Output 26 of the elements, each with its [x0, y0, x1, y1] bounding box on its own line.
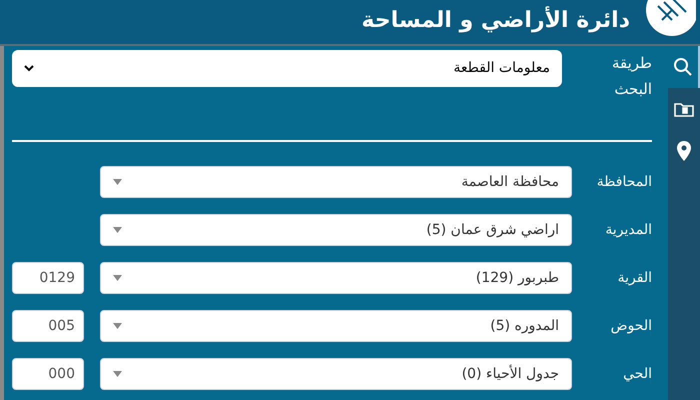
dropdown-arrow-icon [113, 179, 122, 185]
dropdown-select[interactable]: طبربور (129) [100, 262, 572, 294]
field-label: طريقة البحث [610, 53, 652, 100]
dropdown-select[interactable]: اراضي شرق عمان (5) [100, 214, 572, 246]
location-pin-icon [677, 141, 691, 161]
code-field[interactable]: 000 [12, 358, 84, 390]
folder-icon [674, 101, 694, 117]
header-title: دائرة الأراضي و المساحة [362, 6, 630, 35]
code-field[interactable]: 0129 [12, 262, 84, 294]
dropdown-select[interactable]: محافظة العاصمة [100, 166, 572, 198]
field-label: المحافظة [596, 172, 652, 192]
dropdown-arrow-icon [113, 275, 122, 281]
field-label: الحوض [610, 316, 652, 336]
field-label: الحي [622, 364, 652, 384]
dropdown-arrow-icon [113, 227, 122, 233]
field-label: القرية [616, 268, 652, 288]
search-icon [673, 57, 693, 77]
code-field[interactable]: 005 [12, 310, 84, 342]
chevron-down-icon [24, 65, 34, 72]
dropdown-arrow-icon [113, 371, 122, 377]
field-label: المديرية [604, 220, 652, 240]
dropdown-arrow-icon [113, 323, 122, 329]
sidebar-tab[interactable] [668, 46, 700, 88]
dropdown-select[interactable]: المدوره (5) [100, 310, 572, 342]
search-method-select[interactable]: معلومات القطعة [12, 50, 562, 87]
dropdown-select[interactable]: جدول الأحياء (0) [100, 358, 572, 390]
